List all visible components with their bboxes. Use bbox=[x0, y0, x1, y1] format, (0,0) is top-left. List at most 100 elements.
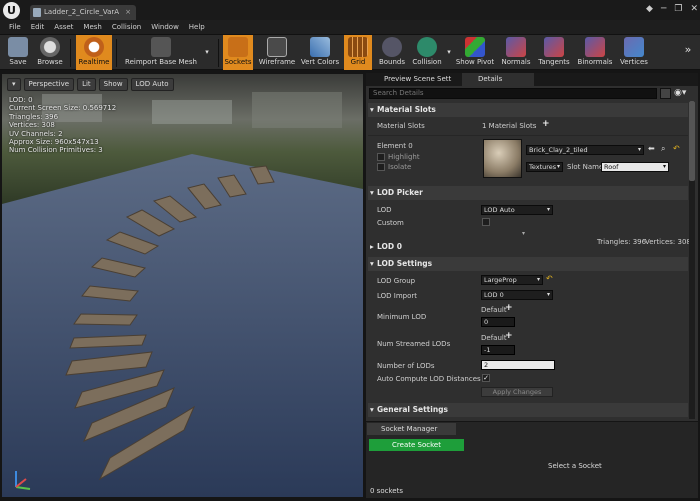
minimum-lod-input[interactable]: 0 bbox=[481, 317, 515, 327]
general-settings-header[interactable]: General Settings bbox=[368, 403, 688, 417]
menu-asset[interactable]: Asset bbox=[49, 20, 78, 34]
menu-collision[interactable]: Collision bbox=[107, 20, 146, 34]
lod-auto-button[interactable]: LOD Auto bbox=[130, 78, 174, 91]
show-button[interactable]: Show bbox=[98, 78, 128, 91]
material-slots-label: Material Slots bbox=[377, 122, 425, 130]
close-button[interactable]: ✕ bbox=[690, 4, 698, 14]
reset-icon[interactable]: ↶ bbox=[673, 144, 680, 153]
collision-button[interactable]: Collision bbox=[410, 35, 444, 70]
document-tab-label: Ladder_2_Circle_VarA bbox=[44, 8, 120, 16]
auto-compute-checkbox[interactable]: ✓ bbox=[482, 374, 490, 382]
vertices-icon bbox=[624, 37, 644, 57]
toolbar-separator bbox=[116, 39, 117, 67]
tangents-button[interactable]: Tangents bbox=[536, 35, 572, 70]
save-icon bbox=[8, 37, 28, 57]
element-0-label: Element 0 bbox=[377, 142, 413, 150]
add-streamed-lod-icon[interactable]: + bbox=[505, 331, 513, 341]
isolate-checkbox[interactable] bbox=[377, 163, 385, 171]
menu-file[interactable]: File bbox=[4, 20, 26, 34]
highlight-checkbox[interactable] bbox=[377, 153, 385, 161]
reimport-dropdown[interactable]: ▾ bbox=[200, 35, 214, 70]
menu-window[interactable]: Window bbox=[146, 20, 184, 34]
pivot-icon bbox=[465, 37, 485, 57]
window-controls: ◆ ─ ❐ ✕ bbox=[646, 2, 698, 16]
save-button[interactable]: Save bbox=[4, 35, 32, 70]
num-streamed-lods-label: Num Streamed LODs bbox=[377, 340, 451, 348]
minimize-button[interactable]: ─ bbox=[661, 4, 666, 14]
slot-name-input[interactable]: Roof bbox=[601, 162, 669, 172]
menu-mesh[interactable]: Mesh bbox=[78, 20, 106, 34]
perspective-button[interactable]: Perspective bbox=[23, 78, 75, 91]
socket-manager-tab[interactable]: Socket Manager bbox=[367, 423, 456, 435]
add-material-slot-icon[interactable]: + bbox=[542, 119, 550, 129]
grid-view-icon[interactable] bbox=[660, 88, 671, 99]
toolbar-separator bbox=[70, 39, 71, 67]
custom-checkbox[interactable] bbox=[482, 218, 490, 226]
create-socket-button[interactable]: Create Socket bbox=[369, 439, 464, 451]
unreal-logo-icon[interactable]: U bbox=[3, 2, 20, 19]
vertices-button[interactable]: Vertices bbox=[618, 35, 650, 70]
reimport-icon bbox=[151, 37, 171, 57]
stat-triangles: Triangles: 396 bbox=[9, 112, 59, 121]
lod-picker-header[interactable]: LOD Picker bbox=[368, 186, 688, 200]
min-lod-default-label: Default bbox=[481, 306, 507, 314]
tab-preview-scene-settings[interactable]: Preview Scene Sett bbox=[368, 73, 470, 86]
lit-button[interactable]: Lit bbox=[77, 78, 96, 91]
browse-button[interactable]: Browse bbox=[34, 35, 66, 70]
number-of-lods-input[interactable]: 2 bbox=[481, 360, 555, 370]
material-thumbnail[interactable] bbox=[483, 139, 522, 178]
eye-visibility-icon[interactable]: ◉▾ bbox=[674, 88, 694, 99]
menu-help[interactable]: Help bbox=[184, 20, 210, 34]
viewport-options-button[interactable]: ▾ bbox=[7, 78, 21, 91]
panel-tabs: Preview Scene Sett Details bbox=[366, 73, 698, 86]
material-slots-count: 1 Material Slots bbox=[482, 122, 537, 130]
expand-arrow-icon[interactable]: ▾ bbox=[522, 230, 525, 237]
apply-changes-button[interactable]: Apply Changes bbox=[481, 387, 553, 397]
use-selected-icon[interactable]: ⬅ bbox=[648, 144, 655, 153]
streamed-default-label: Default bbox=[481, 334, 507, 342]
show-pivot-button[interactable]: Show Pivot bbox=[455, 35, 495, 70]
menu-edit[interactable]: Edit bbox=[26, 20, 50, 34]
grid-button[interactable]: Grid bbox=[344, 35, 372, 70]
bounds-button[interactable]: Bounds bbox=[376, 35, 408, 70]
sockets-icon bbox=[228, 37, 248, 57]
maximize-button[interactable]: ❐ bbox=[674, 4, 682, 14]
lod-dropdown[interactable]: LOD Auto bbox=[481, 205, 553, 215]
toolbar-overflow-icon[interactable]: » bbox=[680, 35, 696, 70]
normals-icon bbox=[506, 37, 526, 57]
num-streamed-lods-input[interactable]: -1 bbox=[481, 345, 515, 355]
wireframe-button[interactable]: Wireframe bbox=[258, 35, 296, 70]
realtime-button[interactable]: Realtime bbox=[76, 35, 112, 70]
toolbar: Save Browse Realtime Reimport Base Mesh … bbox=[0, 34, 700, 70]
stat-vertices: Vertices: 308 bbox=[9, 121, 55, 130]
collision-dropdown[interactable]: ▾ bbox=[444, 35, 454, 70]
viewport-toolbar: ▾ Perspective Lit Show LOD Auto bbox=[7, 78, 174, 91]
notification-icon[interactable]: ◆ bbox=[646, 4, 653, 14]
lod-group-reset-icon[interactable]: ↶ bbox=[546, 274, 553, 283]
reimport-button[interactable]: Reimport Base Mesh bbox=[122, 35, 200, 70]
binormals-icon bbox=[585, 37, 605, 57]
add-min-lod-icon[interactable]: + bbox=[505, 303, 513, 313]
document-tab[interactable]: Ladder_2_Circle_VarA × bbox=[30, 5, 136, 20]
lod-group-dropdown[interactable]: LargeProp bbox=[481, 275, 543, 285]
textures-dropdown[interactable]: Textures bbox=[526, 162, 563, 172]
search-details-input[interactable]: Search Details bbox=[369, 88, 657, 99]
material-combo[interactable]: Brick_Clay_2_tiled bbox=[526, 145, 644, 155]
normals-button[interactable]: Normals bbox=[500, 35, 532, 70]
bounds-icon bbox=[382, 37, 402, 57]
highlight-label: Highlight bbox=[388, 153, 420, 161]
details-scrollbar-thumb[interactable] bbox=[689, 101, 695, 181]
lod-settings-header[interactable]: LOD Settings bbox=[368, 257, 688, 271]
axis-gizmo-icon bbox=[15, 471, 31, 490]
vert-colors-button[interactable]: Vert Colors bbox=[300, 35, 340, 70]
menu-bar: File Edit Asset Mesh Collision Window He… bbox=[0, 20, 700, 34]
material-slots-header[interactable]: Material Slots bbox=[368, 103, 688, 117]
auto-compute-label: Auto Compute LOD Distances bbox=[377, 375, 481, 383]
binormals-button[interactable]: Binormals bbox=[576, 35, 614, 70]
lod-import-dropdown[interactable]: LOD 0 bbox=[481, 290, 553, 300]
tab-details[interactable]: Details bbox=[462, 73, 534, 86]
browse-asset-icon[interactable]: ⌕ bbox=[661, 144, 665, 154]
sockets-button[interactable]: Sockets bbox=[223, 35, 253, 70]
vert-colors-icon bbox=[310, 37, 330, 57]
close-tab-icon[interactable]: × bbox=[125, 5, 131, 20]
